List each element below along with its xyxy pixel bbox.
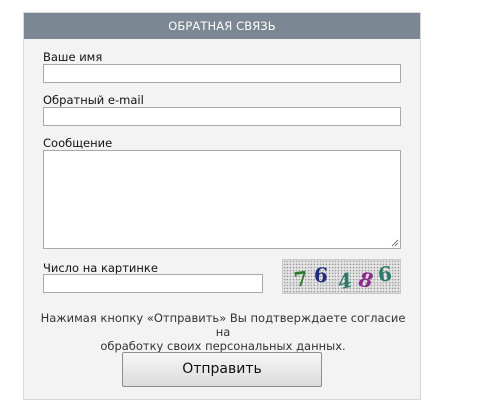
captcha-digit: 8 <box>357 266 375 294</box>
consent-line: Нажимая кнопку «Отправить» Вы подтвержда… <box>40 311 406 339</box>
message-textarea[interactable] <box>43 150 401 249</box>
name-label: Ваше имя <box>43 50 103 64</box>
captcha-image: 7 6 4 8 6 <box>282 259 401 294</box>
feedback-form: ОБРАТНАЯ СВЯЗЬ Ваше имя Обратный e-mail … <box>23 12 421 400</box>
consent-line: обработку своих персональных данных. <box>100 339 346 353</box>
consent-text: Нажимая кнопку «Отправить» Вы подтвержда… <box>39 311 407 353</box>
name-input[interactable] <box>43 64 401 83</box>
captcha-digit: 7 <box>292 266 310 292</box>
email-label: Обратный e-mail <box>43 93 144 107</box>
form-title: ОБРАТНАЯ СВЯЗЬ <box>24 13 420 39</box>
captcha-input[interactable] <box>43 274 263 293</box>
captcha-digit: 6 <box>376 261 394 287</box>
captcha-digit: 6 <box>313 262 329 288</box>
resize-handle-icon[interactable] <box>391 239 399 247</box>
captcha-digit: 4 <box>335 267 355 294</box>
email-input[interactable] <box>43 107 401 126</box>
captcha-label: Число на картинке <box>43 261 158 275</box>
message-label: Сообщение <box>43 136 113 150</box>
submit-button[interactable]: Отправить <box>122 352 322 387</box>
